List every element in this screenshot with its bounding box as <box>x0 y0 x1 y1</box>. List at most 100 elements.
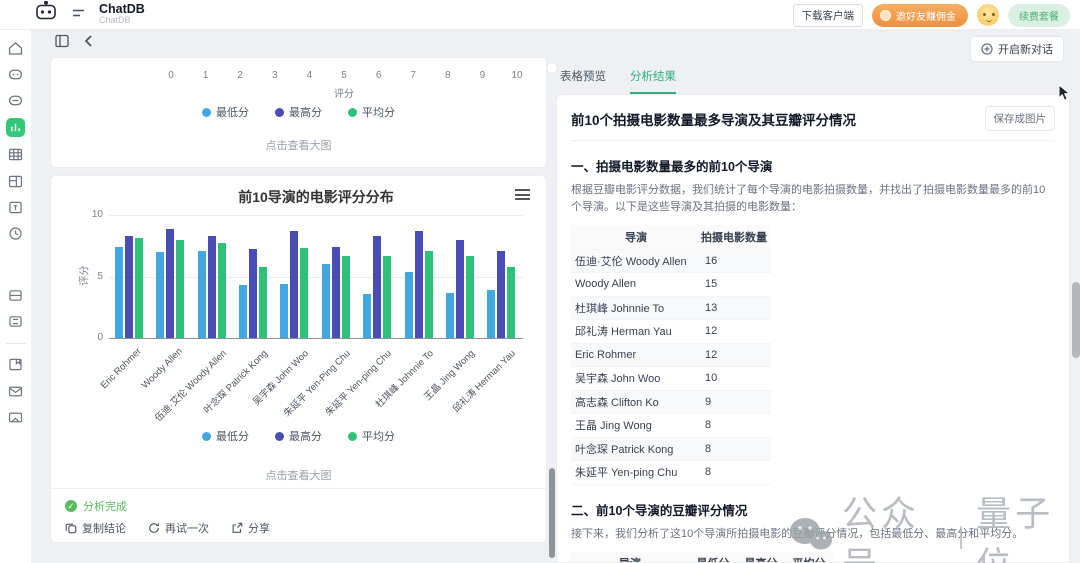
bar-最低分 <box>280 283 289 338</box>
user-avatar[interactable] <box>977 4 999 26</box>
home-icon[interactable] <box>7 40 24 57</box>
bar-平均分 <box>134 238 143 338</box>
legend-dot-icon <box>348 108 357 117</box>
result-panel: 开启新对话 表格预览 分析结果 前10个拍摄电影数量最多导演及其豆瓣评分情况 保… <box>556 32 1072 563</box>
bar-平均分 <box>465 255 474 338</box>
invite-friends-button[interactable]: 邀好友赚佣金 <box>872 3 968 27</box>
analysis-result-card: 前10个拍摄电影数量最多导演及其豆瓣评分情况 保存成图片 一、拍摄电影数量最多的… <box>556 94 1070 563</box>
result-title: 前10个拍摄电影数量最多导演及其豆瓣评分情况 <box>571 112 857 128</box>
bar-平均分 <box>383 255 392 338</box>
bar-平均分 <box>507 266 516 338</box>
bar-最低分 <box>114 247 123 338</box>
dashboard-icon[interactable] <box>7 173 24 190</box>
bar-平均分 <box>176 239 185 338</box>
previous-chart-card: 0 1 2 3 4 5 6 7 8 9 10 评分 最低分 最高分 平均分 点击查看大图 <box>50 57 547 168</box>
bar-平均分 <box>217 243 226 338</box>
new-chat-button[interactable]: 开启新对话 <box>970 36 1064 62</box>
legend-dot-icon <box>348 432 357 441</box>
mouse-cursor <box>1058 83 1072 107</box>
analysis-status: 分析完成 <box>83 501 127 513</box>
left-icon-rail <box>0 30 32 563</box>
bar-最高分 <box>248 249 257 338</box>
chat-panel-scrollbar <box>549 32 555 563</box>
save-as-image-button[interactable]: 保存成图片 <box>984 106 1055 131</box>
legend-item[interactable]: 平均分 <box>348 428 395 444</box>
templates-icon[interactable] <box>7 313 24 330</box>
sidebar-collapse-icon[interactable] <box>72 6 85 24</box>
check-circle-icon: ✓ <box>65 500 77 512</box>
tab-table-preview[interactable]: 表格预览 <box>560 68 606 95</box>
x-tick: 4 <box>306 70 313 81</box>
table-header-row: 导演 拍摄电影数量 <box>571 225 771 250</box>
data-analysis-icon-active[interactable] <box>6 118 25 138</box>
table-row: 伍迪·艾伦 Woody Allen 16 <box>571 249 771 274</box>
table-icon[interactable] <box>7 146 24 163</box>
bar-最低分 <box>404 271 413 338</box>
x-tick: 1 <box>202 70 209 81</box>
x-tick: 8 <box>445 70 451 81</box>
page-scrollbar <box>1072 30 1080 563</box>
mail-icon[interactable] <box>7 383 24 400</box>
assistant-icon[interactable] <box>7 92 24 109</box>
x-tick: 10 <box>511 70 523 81</box>
legend-item[interactable]: 最高分 <box>275 428 322 444</box>
bar-平均分 <box>341 255 350 338</box>
bar-最低分 <box>363 293 372 338</box>
result-tabs: 表格预览 分析结果 <box>560 68 676 95</box>
retry-button[interactable]: 再试一次 <box>148 520 209 536</box>
section1-heading: 一、拍摄电影数量最多的前10个导演 <box>571 160 773 174</box>
tab-analysis-result[interactable]: 分析结果 <box>630 68 676 95</box>
x-tick: 5 <box>341 70 347 81</box>
notes-icon[interactable] <box>7 287 24 304</box>
chart-legend: 最低分 最高分 平均分 <box>51 428 546 444</box>
bar-平均分 <box>424 250 433 338</box>
download-client-button[interactable]: 下载客户端 <box>792 3 863 27</box>
x-tick: 2 <box>237 70 243 81</box>
renew-plan-button[interactable]: 续费套餐 <box>1008 3 1070 27</box>
bar-最高分 <box>414 231 423 338</box>
divider <box>51 488 546 489</box>
bookmark-icon[interactable] <box>7 356 24 373</box>
bar-最高分 <box>290 231 299 338</box>
bar-平均分 <box>300 248 309 338</box>
agent-icon[interactable] <box>7 66 24 83</box>
bar-最低分 <box>238 285 247 338</box>
refresh-icon <box>149 523 159 533</box>
legend-item[interactable]: 平均分 <box>348 104 395 120</box>
legend-item[interactable]: 最高分 <box>275 104 322 120</box>
bar-最低分 <box>445 292 454 338</box>
report-icon[interactable] <box>7 199 24 216</box>
bar-最低分 <box>321 264 330 338</box>
table-row: 朱延平 Yen-ping Chu 8 <box>571 460 771 485</box>
legend-dot-icon <box>275 108 284 117</box>
copy-icon <box>65 523 77 534</box>
bar-最低分 <box>197 250 206 338</box>
section2-heading: 二、前10个导演的豆瓣评分情况 <box>571 503 748 518</box>
chart-message-card: 前10导演的电影评分分布 评分 0 5 10 Eric Rohmer Woody All… <box>50 175 547 543</box>
copy-conclusion-button[interactable]: 复制结论 <box>65 520 126 536</box>
director-count-table: 导演 拍摄电影数量 伍迪·艾伦 Woody Allen 16 Woody Allen 15… <box>571 225 771 485</box>
x-tick: 7 <box>410 70 416 81</box>
y-tick: 10 <box>91 209 103 220</box>
legend-item[interactable]: 最低分 <box>202 428 249 444</box>
x-tick: 3 <box>272 70 278 81</box>
panel-layout-icon[interactable] <box>55 34 69 48</box>
back-chevron-icon[interactable] <box>82 34 96 48</box>
coin-icon <box>880 9 891 21</box>
table-row: 高志森 Clifton Ko 9 <box>571 390 771 415</box>
view-large-link[interactable]: 点击查看大图 <box>51 137 546 153</box>
scrollbar-thumb[interactable] <box>549 468 555 558</box>
y-tick: 0 <box>97 332 103 343</box>
share-button[interactable]: 分享 <box>231 520 270 536</box>
scrollbar-thumb[interactable] <box>1072 282 1080 358</box>
bar-最高分 <box>497 250 506 338</box>
table-row: Woody Allen 15 <box>571 272 771 297</box>
feedback-icon[interactable] <box>7 409 24 426</box>
bar-最高分 <box>166 228 175 338</box>
rail-divider <box>5 342 26 344</box>
x-tick: 6 <box>375 70 382 81</box>
section2-body: 接下来，我们分析了这10个导演所拍摄电影的豆瓣评分情况，包括最低分、最高分和平均… <box>571 527 1024 540</box>
legend-item[interactable]: 最低分 <box>202 104 249 120</box>
history-icon[interactable] <box>7 225 24 242</box>
view-large-link[interactable]: 点击查看大图 <box>51 467 546 483</box>
